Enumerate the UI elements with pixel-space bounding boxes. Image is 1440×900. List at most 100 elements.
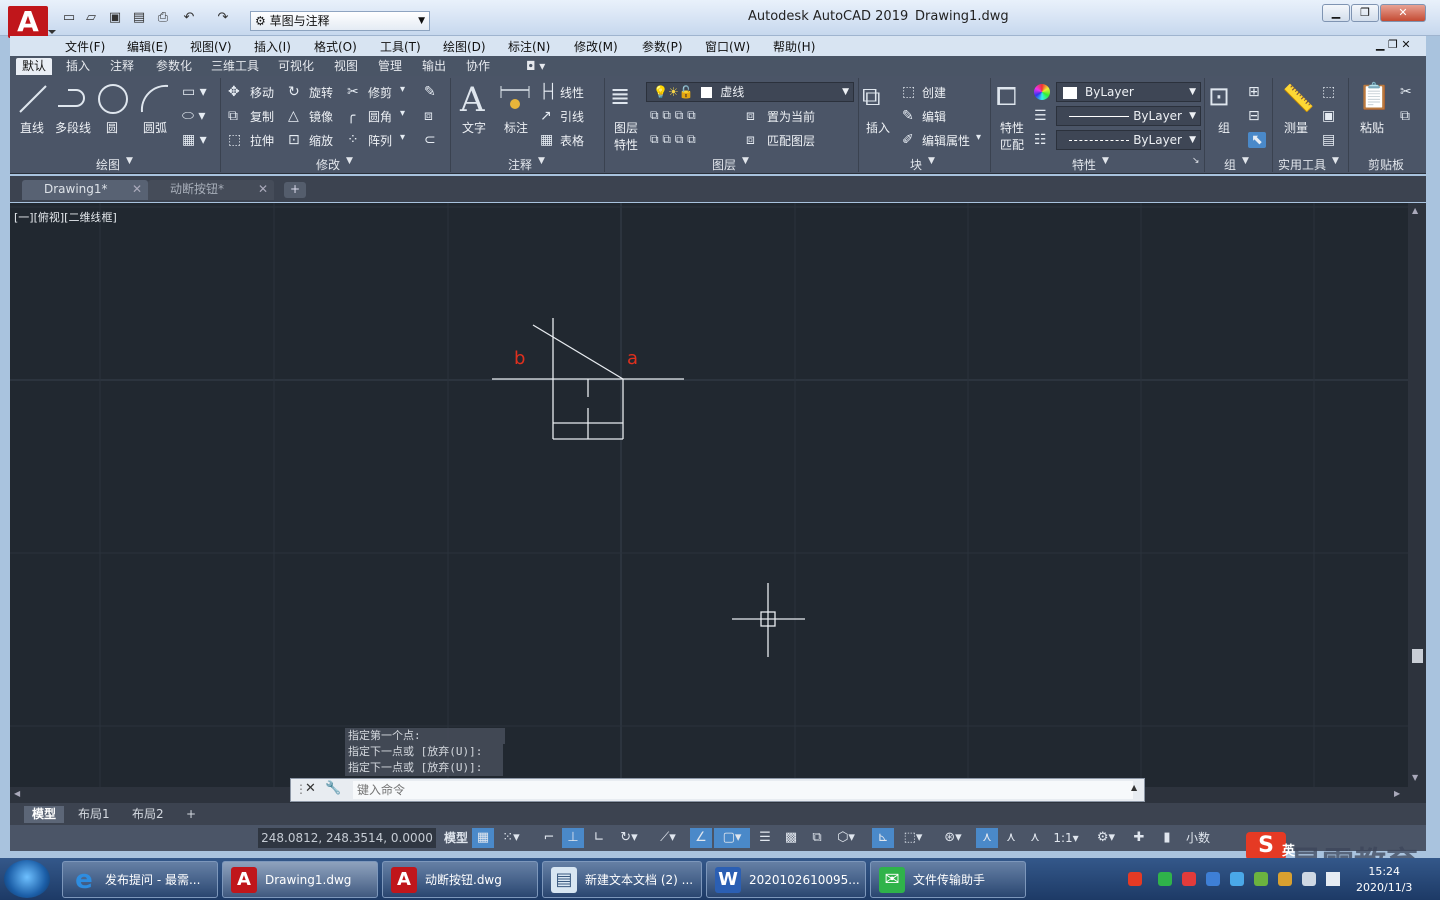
trim-button[interactable]: 修剪 [368, 84, 392, 101]
wechat-tray-icon[interactable] [1158, 872, 1172, 886]
object-snap-icon[interactable]: ▢▾ [714, 828, 750, 848]
plot-icon[interactable]: ⎙ [154, 10, 172, 26]
taskbar-item-ie[interactable]: e 发布提问 - 最需... [62, 861, 218, 898]
move-button[interactable]: 移动 [250, 84, 274, 101]
draw-panel-label[interactable]: 绘图 [96, 156, 120, 173]
insert-button[interactable]: 插入 [866, 119, 890, 136]
scroll-right-icon[interactable]: ▶ [1394, 789, 1400, 798]
tab-3d-tools[interactable]: 三维工具 [205, 58, 265, 75]
array-button[interactable]: 阵列 [368, 132, 392, 149]
close-icon[interactable]: ✕ [132, 180, 142, 199]
vertical-scrollbar[interactable]: ▲ ▼ [1408, 203, 1426, 787]
circle-button[interactable]: 圆 [106, 119, 118, 136]
tab-visualize[interactable]: 可视化 [272, 58, 320, 75]
tab-manage[interactable]: 管理 [372, 58, 408, 75]
model-space-button[interactable]: 模型 [442, 828, 470, 848]
chevron-down-icon[interactable]: ▾ [400, 108, 405, 119]
ortho-icon[interactable]: ∟ [588, 828, 610, 848]
panel-launcher-icon[interactable]: ↘ [1192, 156, 1200, 166]
annotation-scale-icon[interactable]: ⋏ [1024, 828, 1046, 848]
display-tray-icon[interactable] [1302, 872, 1316, 886]
tab-output[interactable]: 输出 [416, 58, 452, 75]
dimension-button[interactable]: 标注 [504, 119, 528, 136]
maximize-button[interactable]: ❐ [1351, 4, 1379, 22]
layers-panel-label[interactable]: 图层 [712, 156, 736, 173]
layer-select[interactable]: 💡☀🔓 虚线 ▼ [646, 82, 854, 102]
ungroup-icon[interactable]: ⊞ [1248, 84, 1260, 100]
autocad-app-menu-button[interactable]: A [8, 6, 56, 38]
close-icon[interactable]: ✕ [305, 781, 316, 796]
lineweight-select[interactable]: ByLayer ▼ [1056, 106, 1201, 126]
selection-cycling-icon[interactable]: ⧉ [806, 828, 828, 848]
explode-icon[interactable]: ⧈ [424, 108, 433, 124]
menu-window[interactable]: 窗口(W) [705, 38, 750, 55]
tab-model[interactable]: 模型 [24, 806, 65, 823]
properties-panel-label[interactable]: 特性 [1072, 156, 1096, 173]
match-layer-button[interactable]: 匹配图层 [767, 132, 815, 149]
copy-clip-icon[interactable]: ⧉ [1400, 108, 1410, 124]
infer-constraints-icon[interactable]: ⌐ [538, 828, 560, 848]
select-all-icon[interactable]: ▣ [1322, 108, 1335, 124]
tab-collaborate[interactable]: 协作 [460, 58, 496, 75]
menu-dimension[interactable]: 标注(N) [508, 38, 550, 55]
annotation-monitor-icon[interactable]: ✚ [1128, 828, 1150, 848]
rotate-button[interactable]: 旋转 [309, 84, 333, 101]
tab-layout1[interactable]: 布局1 [70, 806, 118, 823]
arc-button[interactable]: 圆弧 [143, 119, 167, 136]
scroll-left-icon[interactable]: ◀ [14, 789, 20, 798]
drawing-canvas[interactable]: [一][俯视][二维线框] b a [10, 203, 1408, 787]
3d-osnap-icon[interactable]: ⬡▾ [830, 828, 862, 848]
stretch-button[interactable]: 拉伸 [250, 132, 274, 149]
paste-button[interactable]: 粘贴 [1360, 119, 1384, 136]
match-properties-label-1[interactable]: 特性 [1000, 119, 1024, 136]
polyline-button[interactable]: 多段线 [55, 119, 91, 136]
table-button[interactable]: 表格 [560, 132, 584, 149]
units-icon[interactable]: ▮ [1158, 828, 1176, 848]
qq-tray-icon[interactable] [1278, 872, 1292, 886]
group-select-icon[interactable]: ⬉ [1248, 132, 1266, 148]
linear-button[interactable]: 线性 [560, 84, 584, 101]
utilities-panel-label[interactable]: 实用工具 [1278, 156, 1326, 173]
grid-icon[interactable]: ▦ [472, 828, 494, 848]
dynamic-ucs-icon[interactable]: ⊾ [872, 828, 894, 848]
leader-button[interactable]: 引线 [560, 108, 584, 125]
chevron-down-icon[interactable]: ▾ [400, 132, 405, 143]
erase-icon[interactable]: ✎ [424, 84, 436, 100]
linetype-select[interactable]: ByLayer ▼ [1056, 130, 1201, 150]
new-tab-button[interactable]: + [284, 182, 306, 198]
ribbon-options-icon[interactable]: ◘ ▾ [520, 58, 551, 75]
add-layout-button[interactable]: + [178, 806, 204, 823]
menu-file[interactable]: 文件(F) [65, 38, 105, 55]
new-file-icon[interactable]: ▭ [60, 10, 78, 26]
scroll-down-icon[interactable]: ▼ [1412, 773, 1418, 782]
make-current-button[interactable]: 置为当前 [767, 108, 815, 125]
annotation-panel-label[interactable]: 注释 [508, 156, 532, 173]
layer-properties-label-1[interactable]: 图层 [614, 119, 638, 136]
workspace-select[interactable]: ⚙ 草图与注释 ▼ [250, 11, 430, 31]
edit-block-button[interactable]: 编辑 [922, 108, 946, 125]
transparency-icon[interactable]: ▩ [780, 828, 802, 848]
taskbar-item-word[interactable]: W 2020102610095... [706, 861, 866, 898]
copy-button[interactable]: 复制 [250, 108, 274, 125]
start-button[interactable] [4, 860, 50, 898]
layer-properties-label-2[interactable]: 特性 [614, 136, 638, 153]
undo-icon[interactable]: ↶ [180, 10, 198, 26]
polar-tracking-icon[interactable]: ↻▾ [612, 828, 646, 848]
minimize-button[interactable]: ▁ [1322, 4, 1350, 22]
wrench-icon[interactable]: 🔧 [325, 781, 341, 796]
layer-tools-row-1[interactable]: ⧉ ⧉ ⧉ ⧉ [650, 108, 696, 123]
selection-filter-icon[interactable]: ⬚▾ [896, 828, 930, 848]
weibo-tray-icon[interactable] [1182, 872, 1196, 886]
modify-panel-label[interactable]: 修改 [316, 156, 340, 173]
color-select[interactable]: ByLayer ▼ [1056, 82, 1201, 102]
measure-button[interactable]: 测量 [1284, 119, 1308, 136]
text-button[interactable]: 文字 [462, 119, 486, 136]
workspace-switch-icon[interactable]: ⚙▾ [1088, 828, 1124, 848]
tab-annotate[interactable]: 注释 [104, 58, 140, 75]
chevron-down-icon[interactable]: ▾ [976, 132, 981, 143]
tab-parametric[interactable]: 参数化 [150, 58, 198, 75]
ime-language-label[interactable]: 英 [1282, 840, 1295, 859]
save-as-icon[interactable]: ▤ [130, 10, 148, 26]
menu-help[interactable]: 帮助(H) [773, 38, 815, 55]
chevron-down-icon[interactable]: ▾ [400, 84, 405, 95]
